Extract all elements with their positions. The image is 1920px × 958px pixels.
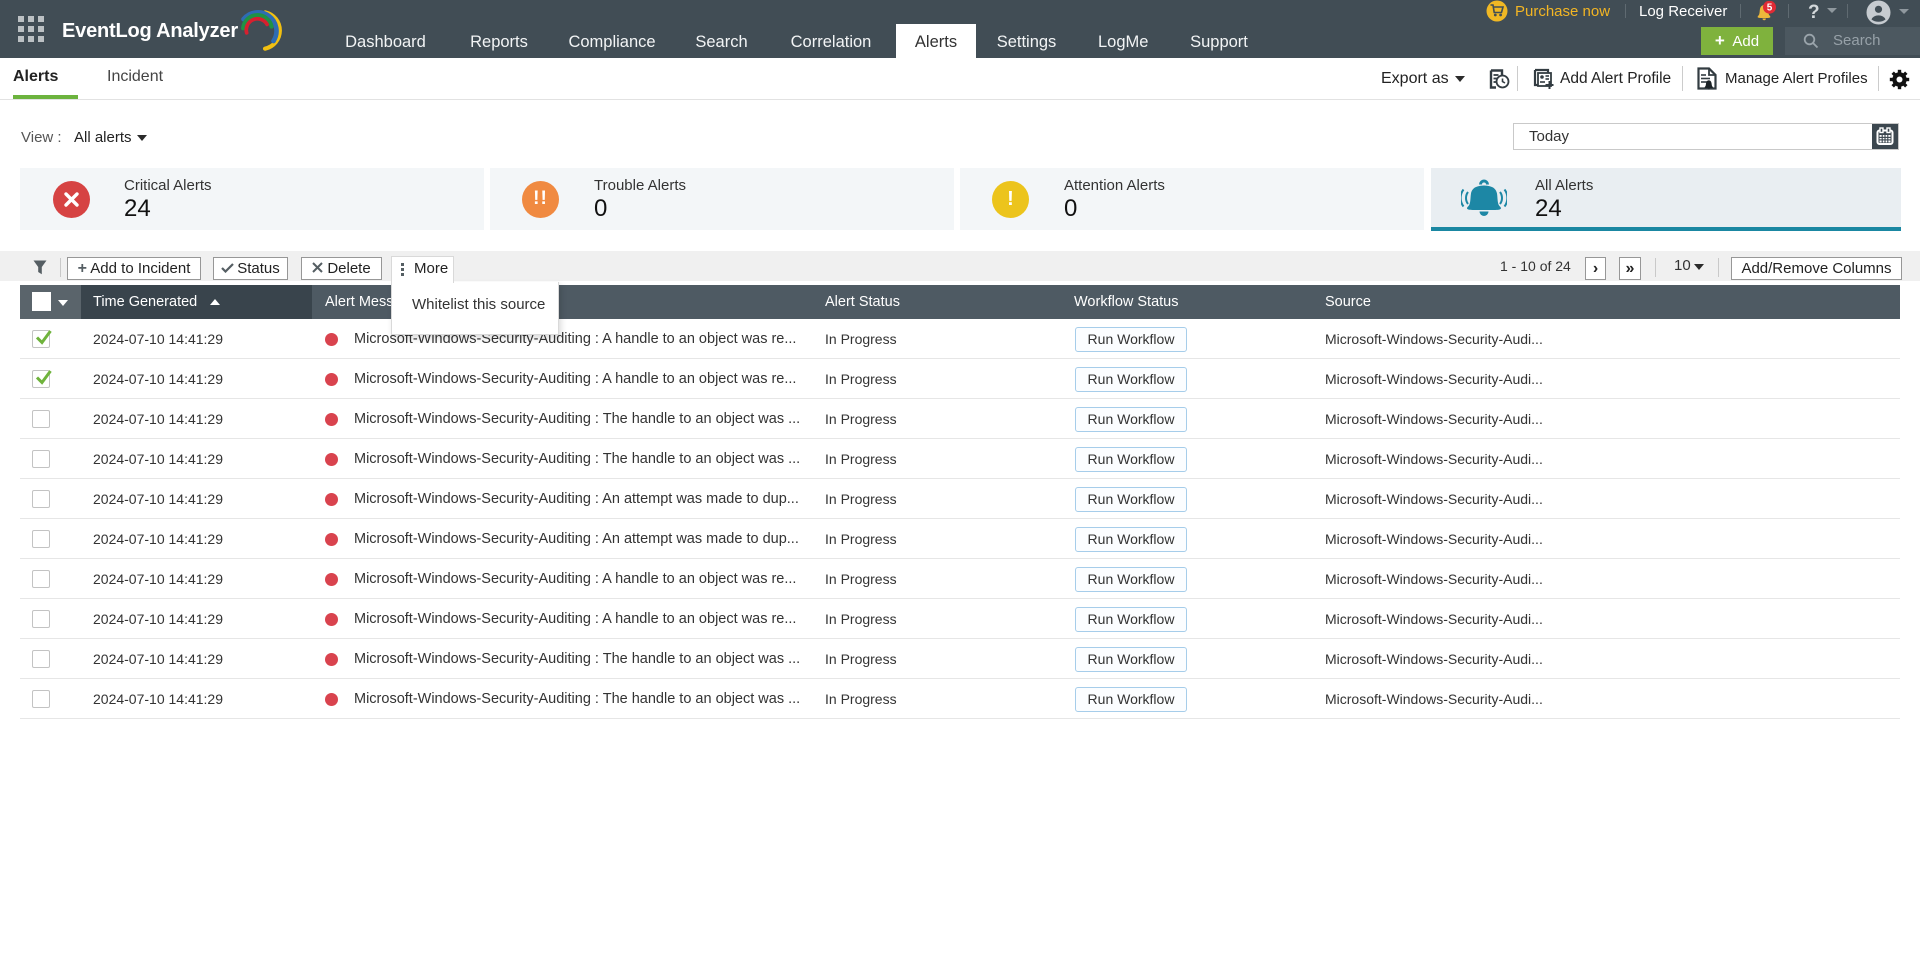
svg-text:5: 5 [1767, 2, 1773, 13]
